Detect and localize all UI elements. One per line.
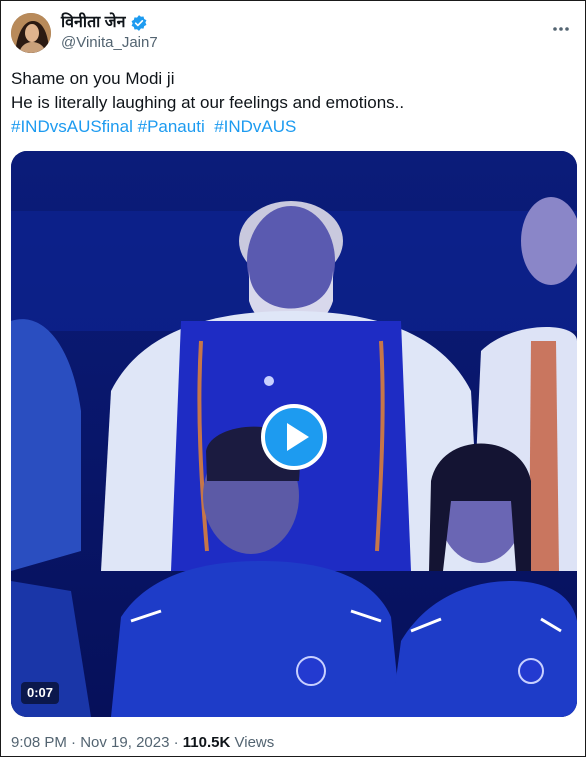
tweet-date[interactable]: Nov 19, 2023 <box>80 734 169 751</box>
ellipsis-icon <box>553 27 569 31</box>
hashtag-link[interactable]: #INDvsAUSfinal <box>11 117 133 136</box>
avatar-image <box>11 13 51 53</box>
display-name-text: विनीता जेन <box>61 14 126 31</box>
views-count: 110.5K <box>182 734 231 751</box>
hashtag-link[interactable]: #Panauti <box>138 117 205 136</box>
avatar[interactable] <box>11 13 51 53</box>
metadata-separator: · <box>71 734 77 751</box>
tweet-card: विनीता जेन @Vinita_Jain7 Shame on you Mo… <box>0 0 586 757</box>
views-label: Views <box>234 734 275 751</box>
play-button[interactable] <box>261 404 327 470</box>
more-options-button[interactable] <box>549 17 573 41</box>
tweet-line-1: Shame on you Modi ji <box>11 69 175 88</box>
author-display-name[interactable]: विनीता जेन <box>61 13 148 33</box>
tweet-line-2: He is literally laughing at our feelings… <box>11 93 405 112</box>
author-names: विनीता जेन @Vinita_Jain7 <box>61 13 158 53</box>
tweet-metadata: 9:08 PM · Nov 19, 2023 · 110.5K Views <box>11 733 274 753</box>
tweet-time[interactable]: 9:08 PM <box>11 734 67 751</box>
tweet-header: विनीता जेन @Vinita_Jain7 <box>11 11 577 55</box>
hashtag-link[interactable]: #INDvAUS <box>214 117 296 136</box>
hashtag-row: #INDvsAUSfinal #Panauti #INDvAUS <box>11 115 571 139</box>
author-handle[interactable]: @Vinita_Jain7 <box>61 33 158 53</box>
play-icon <box>261 404 327 470</box>
tweet-text: Shame on you Modi ji He is literally lau… <box>11 67 571 139</box>
video-duration: 0:07 <box>21 682 60 704</box>
metadata-separator: · <box>173 734 179 751</box>
verified-badge-icon <box>131 15 146 31</box>
